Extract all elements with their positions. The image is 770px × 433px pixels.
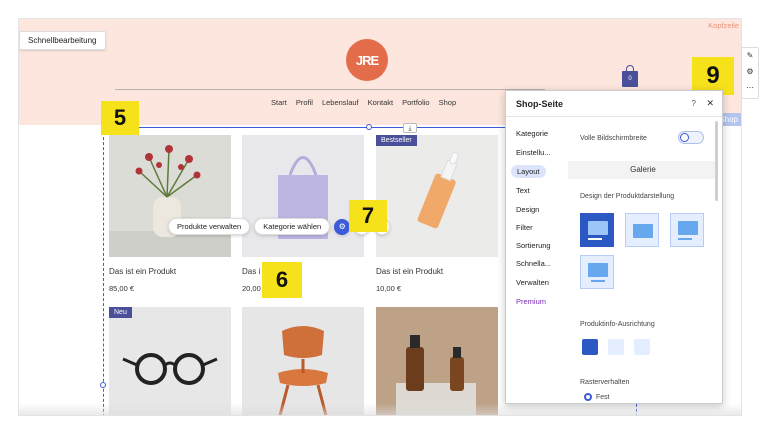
gear-icon: ⚙ <box>338 222 346 231</box>
text-line-icon <box>588 238 602 240</box>
product-image[interactable] <box>242 135 364 257</box>
product-name[interactable]: Das iukt <box>242 267 364 276</box>
settings-gear-button[interactable]: ⚙ <box>334 218 351 235</box>
panel-content: Volle Bildschirmbreite Galerie Design de… <box>568 117 718 403</box>
bottles-icon <box>396 335 476 415</box>
nav-item-shop[interactable]: Shop <box>439 98 457 107</box>
tab-schnellansicht[interactable]: Schnella... <box>516 259 551 268</box>
layout-option-1[interactable] <box>580 213 614 247</box>
serum-bottle-icon <box>417 152 459 229</box>
site-nav: Start Profil Lebenslauf Kontakt Portfoli… <box>271 98 456 107</box>
layout-option-3[interactable] <box>670 213 704 247</box>
marker-6: 6 <box>262 262 302 298</box>
panel-tab-list: Kategorie Einstellu... Layout Text Desig… <box>506 117 564 403</box>
manage-products-button[interactable]: Produkte verwalten <box>168 218 251 235</box>
align-right-button[interactable] <box>634 339 650 355</box>
tab-premium[interactable]: Premium <box>516 297 546 306</box>
new-ribbon: Neu <box>109 307 132 318</box>
panel-scrollbar[interactable] <box>715 121 718 201</box>
product-card[interactable] <box>376 307 498 415</box>
selection-left-line <box>103 127 104 415</box>
product-image[interactable] <box>242 307 364 415</box>
image-icon <box>678 221 698 235</box>
panel-header: Shop-Seite ? ✕ <box>506 91 722 117</box>
tab-einstellungen[interactable]: Einstellu... <box>516 148 551 157</box>
product-name[interactable]: Das ist ein Produkt <box>376 267 498 276</box>
panel-help-button[interactable]: ? <box>692 99 696 108</box>
shop-page-panel: Shop-Seite ? ✕ Kategorie Einstellu... La… <box>505 90 723 404</box>
product-image[interactable] <box>376 307 498 415</box>
tote-bag-icon <box>278 156 328 239</box>
grid-behavior-label: Rasterverhalten <box>580 379 630 386</box>
product-card[interactable]: Das ist ein Produkt 85,00 € <box>109 135 231 293</box>
header-section-tag[interactable]: Kopfzeile <box>708 21 739 30</box>
product-card[interactable] <box>242 307 364 415</box>
chair-icon <box>278 326 328 415</box>
grid-fixed-radio[interactable] <box>584 393 592 401</box>
product-display-label: Design der Produktdarstellung <box>580 193 675 200</box>
tab-kategorie[interactable]: Kategorie <box>516 129 548 138</box>
text-line-icon <box>678 238 692 240</box>
product-image[interactable]: Bestseller <box>376 135 498 257</box>
tab-layout[interactable]: Layout <box>511 165 546 178</box>
product-price: 85,00 € <box>109 284 135 293</box>
text-line-icon <box>591 280 605 282</box>
product-card[interactable]: Neu <box>109 307 231 415</box>
right-toolbar: ✎ ⚙ ⋯ <box>741 47 759 99</box>
product-price: 20,00 <box>242 284 261 293</box>
info-align-label: Produktinfo-Ausrichtung <box>580 321 655 328</box>
vase-flowers-icon <box>109 145 231 257</box>
more-icon[interactable]: ⋯ <box>742 80 758 96</box>
canvas-bottom-shadow <box>19 403 741 415</box>
image-icon <box>588 221 608 235</box>
stretch-handle[interactable]: ⤓ <box>403 123 417 133</box>
nav-item-portfolio[interactable]: Portfolio <box>402 98 430 107</box>
pen-icon[interactable]: ✎ <box>742 48 758 64</box>
align-left-button[interactable] <box>582 339 598 355</box>
product-card[interactable]: Bestseller Das ist ein Produkt 10,00 € <box>376 135 498 293</box>
resize-handle-top[interactable] <box>366 124 372 130</box>
gear-icon[interactable]: ⚙ <box>742 64 758 80</box>
quick-edit-button[interactable]: Schnellbearbeitung <box>19 31 106 50</box>
nav-item-start[interactable]: Start <box>271 98 287 107</box>
layout-option-2[interactable] <box>625 213 659 247</box>
header-divider <box>115 89 545 90</box>
tab-verwalten[interactable]: Verwalten <box>516 278 549 287</box>
panel-close-button[interactable]: ✕ <box>706 98 714 109</box>
marker-7: 7 <box>349 200 387 232</box>
resize-handle-left[interactable] <box>100 382 106 388</box>
grid-fixed-label: Fest <box>596 394 610 401</box>
nav-item-profil[interactable]: Profil <box>296 98 313 107</box>
align-center-button[interactable] <box>608 339 624 355</box>
layout-option-4[interactable] <box>580 255 614 289</box>
full-width-toggle[interactable] <box>678 131 704 144</box>
product-image[interactable] <box>109 135 231 257</box>
panel-title: Shop-Seite <box>516 99 564 109</box>
site-logo[interactable]: JRE <box>346 39 388 81</box>
nav-item-lebenslauf[interactable]: Lebenslauf <box>322 98 359 107</box>
full-width-label: Volle Bildschirmbreite <box>580 135 647 142</box>
product-card[interactable]: Das iukt 20,00 <box>242 135 364 293</box>
product-name[interactable]: Das ist ein Produkt <box>109 267 231 276</box>
bestseller-ribbon: Bestseller <box>376 135 417 146</box>
editor-stage: Kopfzeile JRE 0 Start Profil Lebenslauf … <box>0 0 770 433</box>
gallery-section-header: Galerie <box>568 161 718 179</box>
glasses-icon <box>122 353 218 385</box>
product-image[interactable]: Neu <box>109 307 231 415</box>
toggle-knob <box>680 133 689 142</box>
tab-filter[interactable]: Filter <box>516 223 533 232</box>
tab-sortierung[interactable]: Sortierung <box>516 241 551 250</box>
product-name-head: Das i <box>242 267 261 276</box>
tab-text[interactable]: Text <box>516 186 530 195</box>
product-price: 10,00 € <box>376 284 402 293</box>
image-icon <box>588 263 608 277</box>
marker-5: 5 <box>101 101 139 135</box>
cart-count: 0 <box>622 71 638 87</box>
cart-icon[interactable]: 0 <box>622 65 638 87</box>
nav-item-kontakt[interactable]: Kontakt <box>368 98 393 107</box>
image-icon <box>633 224 653 238</box>
choose-category-button[interactable]: Kategorie wählen <box>254 218 331 235</box>
tab-design[interactable]: Design <box>516 205 539 214</box>
